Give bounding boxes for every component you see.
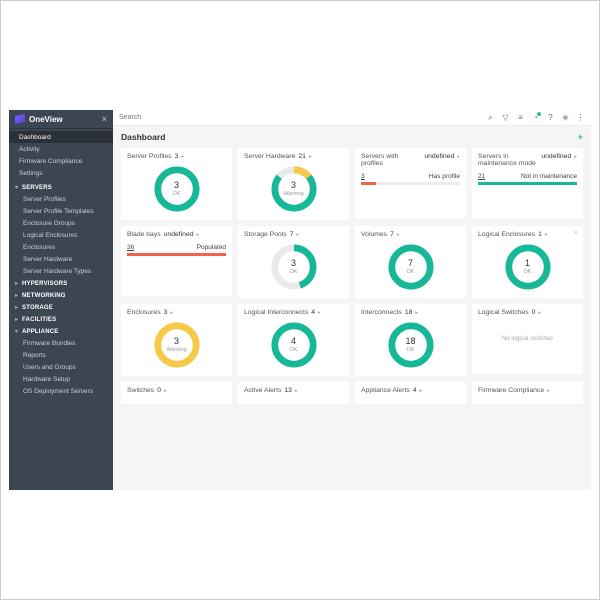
sidebar-item-users-and-groups[interactable]: Users and Groups: [9, 361, 113, 373]
empty-message: No logical switches: [502, 336, 553, 342]
page-title: Dashboard: [121, 132, 165, 142]
status-ring: 18OK: [388, 322, 434, 368]
card-appliance-alerts: Appliance Alerts4▸: [355, 382, 466, 404]
sidebar-section-appliance[interactable]: Appliance: [9, 325, 113, 337]
card-title[interactable]: Active Alerts13▸: [244, 387, 298, 394]
sidebar-item-os-deployment-servers[interactable]: OS Deployment Servers: [9, 385, 113, 397]
card-title[interactable]: Server Profiles3▸: [127, 153, 184, 160]
card-logical-enclosures: Logical Enclosures1▸ × 1OK: [472, 226, 583, 298]
card-interconnects: Interconnects18▸ 18OK: [355, 304, 466, 376]
card-active-alerts: Active Alerts13▸: [238, 382, 349, 404]
menu-icon[interactable]: ⋮: [576, 113, 585, 122]
card-title[interactable]: Volumes7▸: [361, 231, 400, 238]
sidebar-item-firmware-bundles[interactable]: Firmware Bundles: [9, 337, 113, 349]
card-switches: Switches0▸: [121, 382, 232, 404]
flat-stat: 3Has profile: [361, 173, 460, 185]
card-firmware-compliance: Firmware Compliance▸: [472, 382, 583, 404]
card-server-profiles: Server Profiles3▸ 3OK: [121, 148, 232, 220]
page-title-row: Dashboard +: [121, 132, 583, 142]
sidebar-item-logical-enclosures[interactable]: Logical Enclosures: [9, 229, 113, 241]
card-enclosures: Enclosures3▸ 3Warning: [121, 304, 232, 376]
brand-label: OneView: [29, 115, 63, 124]
add-card-button[interactable]: +: [578, 132, 583, 142]
sidebar-item-settings[interactable]: Settings: [9, 167, 113, 179]
sidebar-item-hardware-setup[interactable]: Hardware Setup: [9, 373, 113, 385]
list-icon[interactable]: ≡: [516, 113, 525, 122]
card-server-hardware: Server Hardware21▸ 3Warning: [238, 148, 349, 220]
sidebar-section-storage[interactable]: Storage: [9, 301, 113, 313]
sidebar-item-dashboard[interactable]: Dashboard: [9, 131, 113, 143]
sidebar-nav-sections: ServersServer ProfilesServer Profile Tem…: [9, 181, 113, 397]
sidebar-close-icon[interactable]: ×: [102, 115, 107, 124]
sidebar-item-reports[interactable]: Reports: [9, 349, 113, 361]
sidebar-item-enclosure-groups[interactable]: Enclosure Groups: [9, 217, 113, 229]
card-close-icon[interactable]: ×: [574, 230, 578, 237]
sidebar-header: OneView ×: [9, 110, 113, 129]
sidebar: OneView × DashboardActivityFirmware Comp…: [9, 110, 113, 490]
sidebar-item-server-hardware-types[interactable]: Server Hardware Types: [9, 265, 113, 277]
status-ring: 3Warning: [154, 322, 200, 368]
search-icon[interactable]: ⌕: [486, 113, 495, 122]
sidebar-item-server-hardware[interactable]: Server Hardware: [9, 253, 113, 265]
card-servers-with-profiles: Servers with profilesundefined▸ 3Has prof…: [355, 148, 466, 218]
card-logical-switches: Logical Switches0▸ No logical switches: [472, 304, 583, 374]
sidebar-nav-top: DashboardActivityFirmware ComplianceSett…: [9, 129, 113, 181]
app-frame: OneView × DashboardActivityFirmware Comp…: [9, 110, 591, 490]
user-icon[interactable]: ⎈: [561, 113, 570, 122]
sidebar-item-enclosures[interactable]: Enclosures: [9, 241, 113, 253]
sidebar-section-networking[interactable]: Networking: [9, 289, 113, 301]
alert-icon[interactable]: ◔: [531, 113, 540, 122]
card-title[interactable]: Enclosures3▸: [127, 309, 173, 316]
status-ring: 3OK: [271, 244, 317, 290]
status-ring: 3OK: [154, 166, 200, 212]
card-servers-in-maintenance-mode: Servers in maintenance modeundefined▸ 21N…: [472, 148, 583, 218]
card-title[interactable]: Storage Pools7▸: [244, 231, 299, 238]
topbar: ⌕ ▽ ≡ ◔? ⎈ ⋮: [113, 110, 591, 126]
main-area: ⌕ ▽ ≡ ◔? ⎈ ⋮ Dashboard + Server Profiles3▸ 3OK…: [113, 110, 591, 490]
search-input[interactable]: [119, 114, 480, 121]
flat-stat: 36Populated: [127, 244, 226, 256]
sidebar-section-servers[interactable]: Servers: [9, 181, 113, 193]
card-title[interactable]: Logical Enclosures1▸: [478, 231, 548, 238]
card-title[interactable]: Servers with profilesundefined▸: [361, 153, 460, 167]
content: Dashboard + Server Profiles3▸ 3OK Server H…: [113, 126, 591, 490]
sidebar-item-firmware-compliance[interactable]: Firmware Compliance: [9, 155, 113, 167]
brand-icon: [15, 114, 25, 124]
card-logical-interconnects: Logical Interconnects4▸ 4OK: [238, 304, 349, 376]
sidebar-item-activity[interactable]: Activity: [9, 143, 113, 155]
status-ring: 7OK: [388, 244, 434, 290]
flat-stat: 21Not in maintenance: [478, 173, 577, 185]
sidebar-section-facilities[interactable]: Facilities: [9, 313, 113, 325]
card-title[interactable]: Server Hardware21▸: [244, 153, 312, 160]
cards-grid: Server Profiles3▸ 3OK Server Hardware21▸ 3W…: [121, 148, 583, 404]
card-title[interactable]: Blade baysundefined▸: [127, 231, 199, 238]
card-title[interactable]: Firmware Compliance▸: [478, 387, 550, 394]
card-title[interactable]: Servers in maintenance modeundefined▸: [478, 153, 577, 167]
filter-icon[interactable]: ▽: [501, 113, 510, 122]
status-ring: 3Warning: [271, 166, 317, 212]
card-title[interactable]: Switches0▸: [127, 387, 167, 394]
status-ring: 1OK: [505, 244, 551, 290]
status-ring: 4OK: [271, 322, 317, 368]
card-title[interactable]: Interconnects18▸: [361, 309, 418, 316]
card-storage-pools: Storage Pools7▸ 3OK: [238, 226, 349, 298]
sidebar-section-hypervisors[interactable]: Hypervisors: [9, 277, 113, 289]
sidebar-item-server-profiles[interactable]: Server Profiles: [9, 193, 113, 205]
card-title[interactable]: Logical Switches0▸: [478, 309, 541, 316]
card-blade-bays: Blade baysundefined▸ 36Populated: [121, 226, 232, 296]
help-icon[interactable]: ?: [546, 113, 555, 122]
topbar-icons: ⌕ ▽ ≡ ◔? ⎈ ⋮: [486, 113, 585, 122]
card-title[interactable]: Logical Interconnects4▸: [244, 309, 321, 316]
card-volumes: Volumes7▸ 7OK: [355, 226, 466, 298]
sidebar-item-server-profile-templates[interactable]: Server Profile Templates: [9, 205, 113, 217]
card-title[interactable]: Appliance Alerts4▸: [361, 387, 422, 394]
